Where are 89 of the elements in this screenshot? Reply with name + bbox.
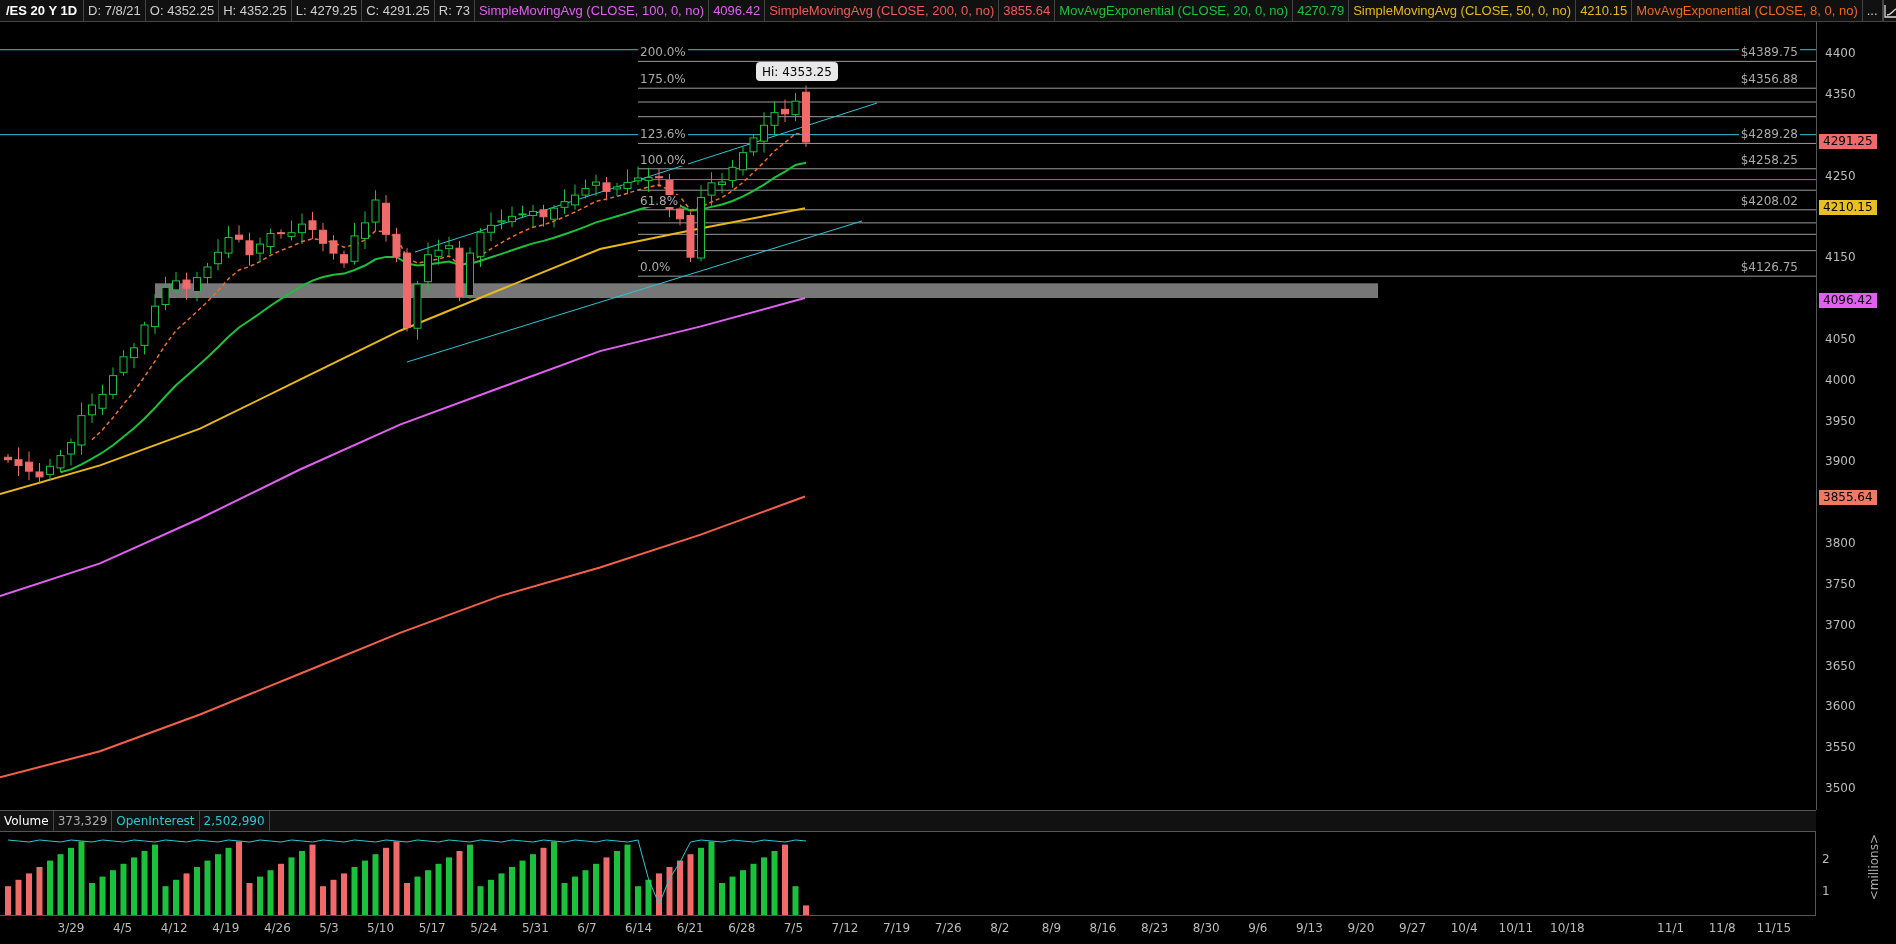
price-axis-label: 4150 (1825, 251, 1856, 264)
date-axis-label: 11/1 (1657, 922, 1685, 934)
high-tooltip: Hi: 4353.25 (756, 62, 838, 81)
fib-price-label: $4258.25 (1738, 153, 1800, 166)
fib-price-label: $4126.75 (1738, 261, 1800, 274)
volume-unit-label: <millions> (1868, 834, 1882, 901)
date-axis-label: 6/28 (728, 922, 756, 934)
price-axis-label: 4350 (1825, 87, 1856, 100)
study-value: 4270.79 (1293, 0, 1350, 21)
quote-field: R: 73 (434, 0, 475, 21)
study-value: 4210.15 (1576, 0, 1633, 21)
date-axis-label: 5/3 (319, 922, 339, 934)
date-axis-label: 5/31 (521, 922, 549, 934)
price-axis-label: 3550 (1825, 741, 1856, 754)
quote-field: D: 7/8/21 (84, 0, 146, 21)
study-value: 4096.42 (709, 0, 766, 21)
date-axis-label: 7/5 (783, 922, 804, 934)
date-axis-label: 9/6 (1248, 922, 1268, 934)
date-axis-label: 10/11 (1498, 922, 1534, 934)
date-axis-label: 6/21 (676, 922, 704, 934)
date-axis-label: 4/26 (263, 922, 291, 934)
price-axis-label: 3800 (1825, 537, 1856, 549)
date-axis-label: 5/24 (470, 922, 498, 934)
quote-field: O: 4352.25 (145, 0, 220, 21)
date-axis-label: 11/15 (1756, 922, 1792, 934)
price-axis-label: 3900 (1825, 455, 1856, 468)
date-axis-label: 8/2 (990, 922, 1010, 934)
date-axis-label: 3/29 (57, 922, 85, 934)
fib-percent-label: 200.0% (638, 46, 688, 59)
date-axis-label: 9/27 (1399, 922, 1427, 934)
fib-percent-label: 0.0% (638, 261, 673, 274)
price-axis-label: 3750 (1825, 577, 1856, 590)
date-axis-label: 4/12 (160, 922, 188, 934)
study-label[interactable]: SimpleMovingAvg (CLOSE, 100, 0, no) (474, 0, 710, 21)
date-axis-label: 9/13 (1295, 922, 1323, 934)
study-label[interactable]: OpenInterest (112, 811, 200, 831)
fib-percent-label: 175.0% (638, 73, 688, 86)
price-axis-label: 4050 (1825, 332, 1856, 345)
price-badge: 4210.15 (1819, 200, 1877, 216)
date-axis-label: 10/18 (1550, 922, 1585, 934)
study-value: 3855.64 (999, 0, 1056, 21)
date-axis-label: 6/7 (577, 922, 597, 934)
fib-price-label: $4389.75 (1738, 46, 1800, 59)
study-label[interactable]: SimpleMovingAvg (CLOSE, 50, 0, no) (1349, 0, 1577, 21)
fib-percent-label: 61.8% (638, 194, 681, 207)
fib-price-label: $4356.88 (1738, 73, 1800, 86)
price-axis-label: 3950 (1825, 414, 1856, 427)
volume-axis-label: 2 (1822, 853, 1830, 865)
quote-field: C: 4291.25 (362, 0, 435, 21)
study-value: 2,502,990 (199, 811, 270, 831)
price-badge: 4096.42 (1819, 292, 1877, 308)
quote-field: L: 4279.25 (291, 0, 363, 21)
date-axis-label: 8/30 (1192, 922, 1220, 934)
study-value: 373,329 (53, 811, 113, 831)
quote-field: H: 4352.25 (219, 0, 292, 21)
date-axis-label: 4/5 (112, 922, 133, 934)
study-label[interactable]: SimpleMovingAvg (CLOSE, 200, 0, no) (765, 0, 1000, 21)
date-axis-label: 7/26 (934, 922, 962, 934)
volume-axis-label: 1 (1822, 885, 1830, 897)
date-axis-label: 4/19 (212, 922, 240, 934)
date-axis-label: 10/4 (1450, 922, 1478, 934)
date-axis-label: 7/19 (883, 922, 911, 934)
date-axis-label: 9/20 (1347, 922, 1375, 934)
price-axis-label: 3500 (1825, 782, 1856, 794)
price-axis-label: 3700 (1825, 618, 1856, 631)
more-label[interactable]: ... (1862, 0, 1883, 21)
fib-percent-label: 100.0% (638, 153, 688, 166)
price-axis-label: 4250 (1825, 169, 1856, 182)
price-axis-label: 4400 (1825, 47, 1856, 59)
date-axis-label: 8/23 (1141, 922, 1169, 934)
date-axis-label: 5/10 (367, 922, 395, 934)
study-label[interactable]: MovAvgExponential (CLOSE, 8, 0, no) (1632, 0, 1863, 21)
study-label[interactable]: MovAvgExponential (CLOSE, 20, 0, no) (1055, 0, 1294, 21)
date-axis-label: 6/14 (625, 922, 653, 934)
price-axis-label: 3600 (1825, 700, 1856, 713)
price-badge: 4291.25 (1819, 133, 1877, 149)
date-axis-label: 11/8 (1708, 922, 1736, 934)
fib-price-label: $4289.28 (1738, 128, 1800, 141)
price-badge: 3855.64 (1819, 489, 1877, 505)
symbol-label[interactable]: /ES 20 Y 1D (0, 0, 85, 21)
price-axis-label: 3650 (1825, 659, 1856, 672)
price-axis-label: 4000 (1825, 373, 1856, 386)
date-axis-label: 8/16 (1089, 922, 1117, 934)
date-axis-label: 7/12 (831, 922, 859, 934)
fib-price-label: $4208.02 (1738, 194, 1800, 207)
date-axis-label: 8/9 (1041, 922, 1062, 934)
study-label[interactable]: Volume (0, 811, 54, 831)
date-axis-label: 5/17 (418, 922, 446, 934)
fib-percent-label: 123.6% (638, 128, 688, 141)
